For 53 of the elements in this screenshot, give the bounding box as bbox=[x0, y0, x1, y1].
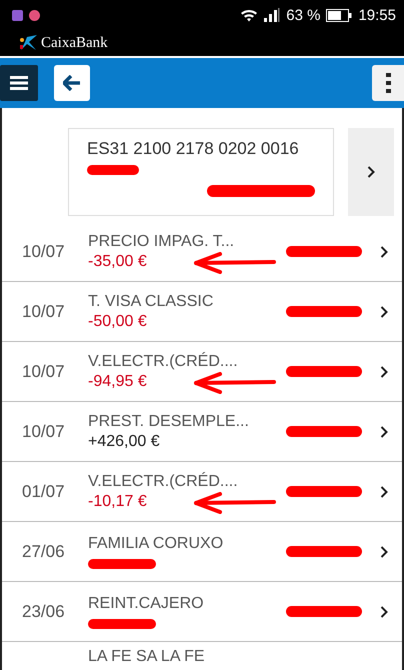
chevron-right-icon bbox=[380, 366, 388, 378]
brand-name: CaixaBank bbox=[41, 34, 108, 52]
more-options-button[interactable] bbox=[372, 65, 404, 101]
back-arrow-icon bbox=[63, 75, 81, 91]
movement-row[interactable]: 27/06 FAMILIA CORUXO bbox=[2, 522, 402, 582]
movement-row[interactable]: LA FE SA LA FE bbox=[2, 642, 402, 670]
signal-icon bbox=[264, 8, 280, 22]
chevron-right-icon bbox=[380, 306, 388, 318]
movement-concept: LA FE SA LA FE bbox=[88, 648, 206, 666]
movement-row[interactable]: 10/07 T. VISA CLASSIC -50,00 € bbox=[2, 282, 402, 342]
movement-row[interactable]: 10/07 V.ELECTR.(CRÉD.... -94,95 € bbox=[2, 342, 402, 402]
chevron-right-icon bbox=[380, 546, 388, 558]
movement-concept: PRECIO IMPAG. T... bbox=[88, 232, 236, 250]
wifi-icon bbox=[240, 8, 258, 22]
account-number: ES31 2100 2178 0202 0016 bbox=[87, 139, 299, 158]
movement-amount: +426,00 € bbox=[88, 432, 161, 450]
account-card[interactable]: ES31 2100 2178 0202 0016 bbox=[68, 128, 334, 216]
movement-amount: -50,00 € bbox=[88, 312, 148, 330]
notification-icon bbox=[12, 10, 23, 20]
more-icon bbox=[386, 73, 390, 93]
movement-date: 23/06 bbox=[22, 602, 66, 622]
movement-amount: -94,95 € bbox=[88, 372, 148, 390]
movement-concept: PREST. DESEMPLE... bbox=[88, 412, 250, 430]
movement-concept: T. VISA CLASSIC bbox=[88, 292, 214, 310]
chevron-right-icon bbox=[380, 606, 388, 618]
movement-date: 10/07 bbox=[22, 242, 66, 262]
clock: 19:55 bbox=[358, 6, 396, 24]
movement-row[interactable]: 23/06 REINT.CAJERO bbox=[2, 582, 402, 642]
movement-concept: FAMILIA CORUXO bbox=[88, 534, 224, 552]
notification-icon bbox=[29, 10, 40, 20]
chevron-right-icon bbox=[380, 486, 388, 498]
movement-row[interactable]: 01/07 V.ELECTR.(CRÉD.... -10,17 € bbox=[2, 462, 402, 522]
back-button[interactable] bbox=[54, 65, 90, 101]
movement-concept: V.ELECTR.(CRÉD.... bbox=[88, 352, 239, 370]
chevron-right-icon bbox=[380, 246, 388, 258]
movement-amount: -10,17 € bbox=[88, 492, 148, 510]
movement-concept: REINT.CAJERO bbox=[88, 594, 205, 612]
movement-concept: V.ELECTR.(CRÉD.... bbox=[88, 472, 239, 490]
battery-percent: 63 % bbox=[286, 6, 320, 24]
movement-row[interactable]: 10/07 PRECIO IMPAG. T... -35,00 € bbox=[2, 222, 402, 282]
menu-button[interactable] bbox=[0, 65, 38, 101]
movement-date: 01/07 bbox=[22, 482, 66, 502]
star-logo-icon bbox=[18, 35, 38, 51]
movement-row[interactable]: 10/07 PREST. DESEMPLE... +426,00 € bbox=[2, 402, 402, 462]
movement-date: 10/07 bbox=[22, 362, 66, 382]
movement-amount: -35,00 € bbox=[88, 252, 148, 270]
movement-date: 27/06 bbox=[22, 542, 66, 562]
menu-icon bbox=[10, 76, 28, 90]
chevron-right-icon bbox=[380, 426, 388, 438]
movement-date: 10/07 bbox=[22, 302, 66, 322]
movement-date: 10/07 bbox=[22, 422, 66, 442]
chevron-right-icon bbox=[367, 166, 375, 178]
battery-icon bbox=[326, 8, 352, 22]
